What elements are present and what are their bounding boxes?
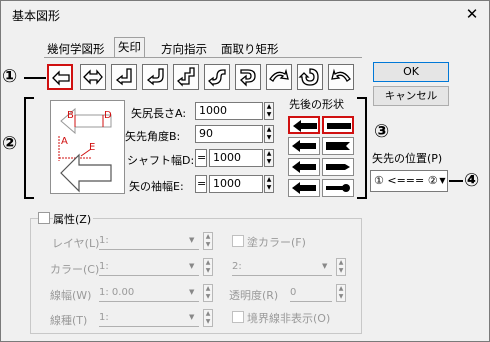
curved-up-arrow-icon[interactable] [266,64,292,90]
sleeve-width-input[interactable]: 1000 [209,175,263,193]
layer-spinner[interactable]: ▲ ▼ [203,232,213,250]
chevron-down-icon: ▼ [189,236,195,244]
preview-label-d: D [104,110,112,121]
callout-4-line [449,180,463,182]
s-curve-arrow-icon[interactable] [204,64,230,90]
step-arrow-icon[interactable] [173,64,199,90]
hide-border-label: 境界線非表示(O) [247,312,331,325]
shaft-width-spinner[interactable]: ▲ ▼ [264,149,274,167]
callout-1-line [24,77,46,79]
arrowhead-shape-button-4[interactable] [288,179,320,197]
attributes-checkbox[interactable] [38,212,50,224]
chevron-down-icon: ▼ [189,262,195,270]
callout-3: ③ [374,121,390,142]
preview-label-a: A [61,136,68,147]
sleeve-width-label: 矢の袖幅E: [129,180,184,193]
fill-color-select[interactable]: 2: [232,258,332,276]
flat-tail-shape-button[interactable] [322,116,354,134]
attributes-title: 属性(Z) [53,211,94,227]
u-turn-down-icon[interactable] [142,64,168,90]
preview-label-b: B [67,110,74,121]
hide-border-checkbox[interactable] [232,311,244,323]
close-icon[interactable]: ✕ [462,4,482,24]
arrow-position-label: 矢先の位置(P) [372,152,443,165]
fill-color-label: 塗カラー(F) [247,236,306,249]
shaft-width-label: シャフト幅D: [127,154,195,167]
callout-2: ② [2,133,18,154]
arrow-preview [50,100,125,194]
tab-divider [44,57,362,58]
color-select[interactable]: 1: [99,258,199,276]
tab-chamfer-rect[interactable]: 面取り矩形 [218,40,282,58]
tab-geometric[interactable]: 幾何学図形 [44,40,108,58]
double-ended-arrow-icon[interactable] [80,64,106,90]
line-type-spinner[interactable]: ▲ ▼ [203,309,213,327]
line-type-label: 線種(T) [50,314,88,327]
layer-label: レイヤ(L) [52,237,100,250]
circular-return-icon[interactable] [235,64,261,90]
tab-direction[interactable]: 方向指示 [158,40,210,58]
arrowhead-length-label: 矢尻長さA: [131,107,187,120]
chevron-down-icon: ▼ [189,288,195,296]
dialog-title: 基本図形 [12,9,61,23]
rotate-arrow-icon[interactable] [297,64,323,90]
ok-button[interactable]: OK [373,62,449,82]
curved-left-arrow-icon[interactable] [328,64,354,90]
pointed-tail-shape-button[interactable] [322,158,354,176]
sleeve-width-link-button[interactable]: = [195,175,207,193]
fill-color-spinner[interactable]: ▲ ▼ [336,258,346,276]
callout-4: ④ [464,170,480,191]
chevron-down-icon: ▼ [189,313,195,321]
line-width-spinner[interactable]: ▲ ▼ [203,284,213,302]
arrowhead-shape-button-3[interactable] [288,158,320,176]
arrowhead-length-input[interactable]: 1000 [195,102,263,120]
line-width-select[interactable]: 1: 0.00 [99,284,199,302]
bent-arrow-icon[interactable] [111,64,137,90]
chevron-down-icon: ▼ [322,262,328,270]
transparency-spinner[interactable]: ▲ ▼ [336,284,346,302]
callout-2-bracket-left [24,97,34,199]
arrowhead-length-spinner[interactable]: ▲ ▼ [264,102,274,120]
tab-arrow[interactable]: 矢印 [114,37,145,58]
arrow-angle-input[interactable]: 90 [195,125,263,143]
round-tail-shape-button[interactable] [322,179,354,197]
line-type-select[interactable]: 1: [99,309,199,327]
layer-select[interactable]: 1: [99,232,199,250]
callout-1: ① [2,66,18,87]
arrow-angle-label: 矢先角度B: [125,130,181,143]
chevron-down-icon[interactable]: ▼ [437,170,448,192]
fill-color-checkbox[interactable] [232,235,244,247]
shaft-width-input[interactable]: 1000 [209,149,263,167]
arrowhead-shape-button-2[interactable] [288,137,320,155]
transparency-input[interactable]: 0 [290,284,332,302]
color-label: カラー(C) [50,263,100,276]
callout-2-bracket-right [357,97,367,199]
cancel-button[interactable]: キャンセル [373,86,449,106]
arrowhead-shape-button[interactable] [288,116,320,134]
transparency-label: 透明度(R) [229,289,279,302]
shaft-width-link-button[interactable]: = [195,149,207,167]
sleeve-width-spinner[interactable]: ▲ ▼ [264,175,274,193]
end-shape-title: 先後の形状 [289,98,344,111]
color-spinner[interactable]: ▲ ▼ [203,258,213,276]
line-width-label: 線幅(W) [50,289,92,302]
arrow-angle-spinner[interactable]: ▲ ▼ [264,125,274,143]
preview-label-e: E [89,142,96,153]
left-arrow-icon[interactable] [47,64,73,90]
swallowtail-shape-button[interactable] [322,137,354,155]
